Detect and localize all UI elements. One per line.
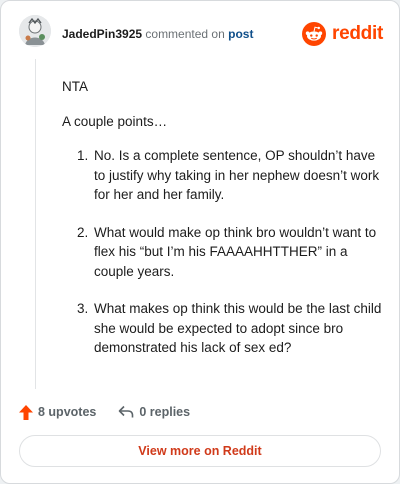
embed-card: JadedPin3925 commented on post reddit NT…: [0, 0, 400, 484]
reply-label: 0 replies: [139, 405, 191, 419]
comment-footer: 8 upvotes 0 replies: [19, 403, 190, 421]
comment-points-list: No. Is a complete sentence, OP shouldn’t…: [62, 146, 382, 358]
post-link[interactable]: post: [228, 27, 253, 41]
reply-count[interactable]: 0 replies: [118, 405, 190, 419]
reddit-snoo-icon: [302, 22, 327, 46]
action-text: commented on: [145, 27, 225, 41]
view-more-button[interactable]: View more on Reddit: [19, 435, 381, 467]
list-item: What would make op think bro wouldn’t wa…: [92, 223, 382, 282]
upvote-count[interactable]: 8 upvotes: [19, 404, 97, 420]
upvote-arrow-icon: [19, 404, 33, 420]
list-item: What makes op think this would be the la…: [92, 299, 382, 358]
comment-meta: JadedPin3925 commented on post: [62, 27, 253, 41]
user-avatar[interactable]: [19, 15, 51, 47]
reply-arrow-icon: [119, 405, 134, 418]
thread-line: [35, 59, 36, 389]
upvote-label: 8 upvotes: [38, 405, 97, 419]
reddit-wordmark: reddit: [332, 23, 383, 44]
reddit-logo[interactable]: reddit: [302, 21, 383, 47]
list-item: No. Is a complete sentence, OP shouldn’t…: [92, 146, 382, 205]
username-link[interactable]: JadedPin3925: [62, 27, 142, 41]
comment-paragraph: NTA: [62, 79, 88, 94]
comment-header: JadedPin3925 commented on post reddit: [19, 15, 383, 51]
comment-paragraph: A couple points…: [62, 113, 168, 129]
comment-body: NTA A couple points… No. Is a complete s…: [62, 77, 382, 376]
